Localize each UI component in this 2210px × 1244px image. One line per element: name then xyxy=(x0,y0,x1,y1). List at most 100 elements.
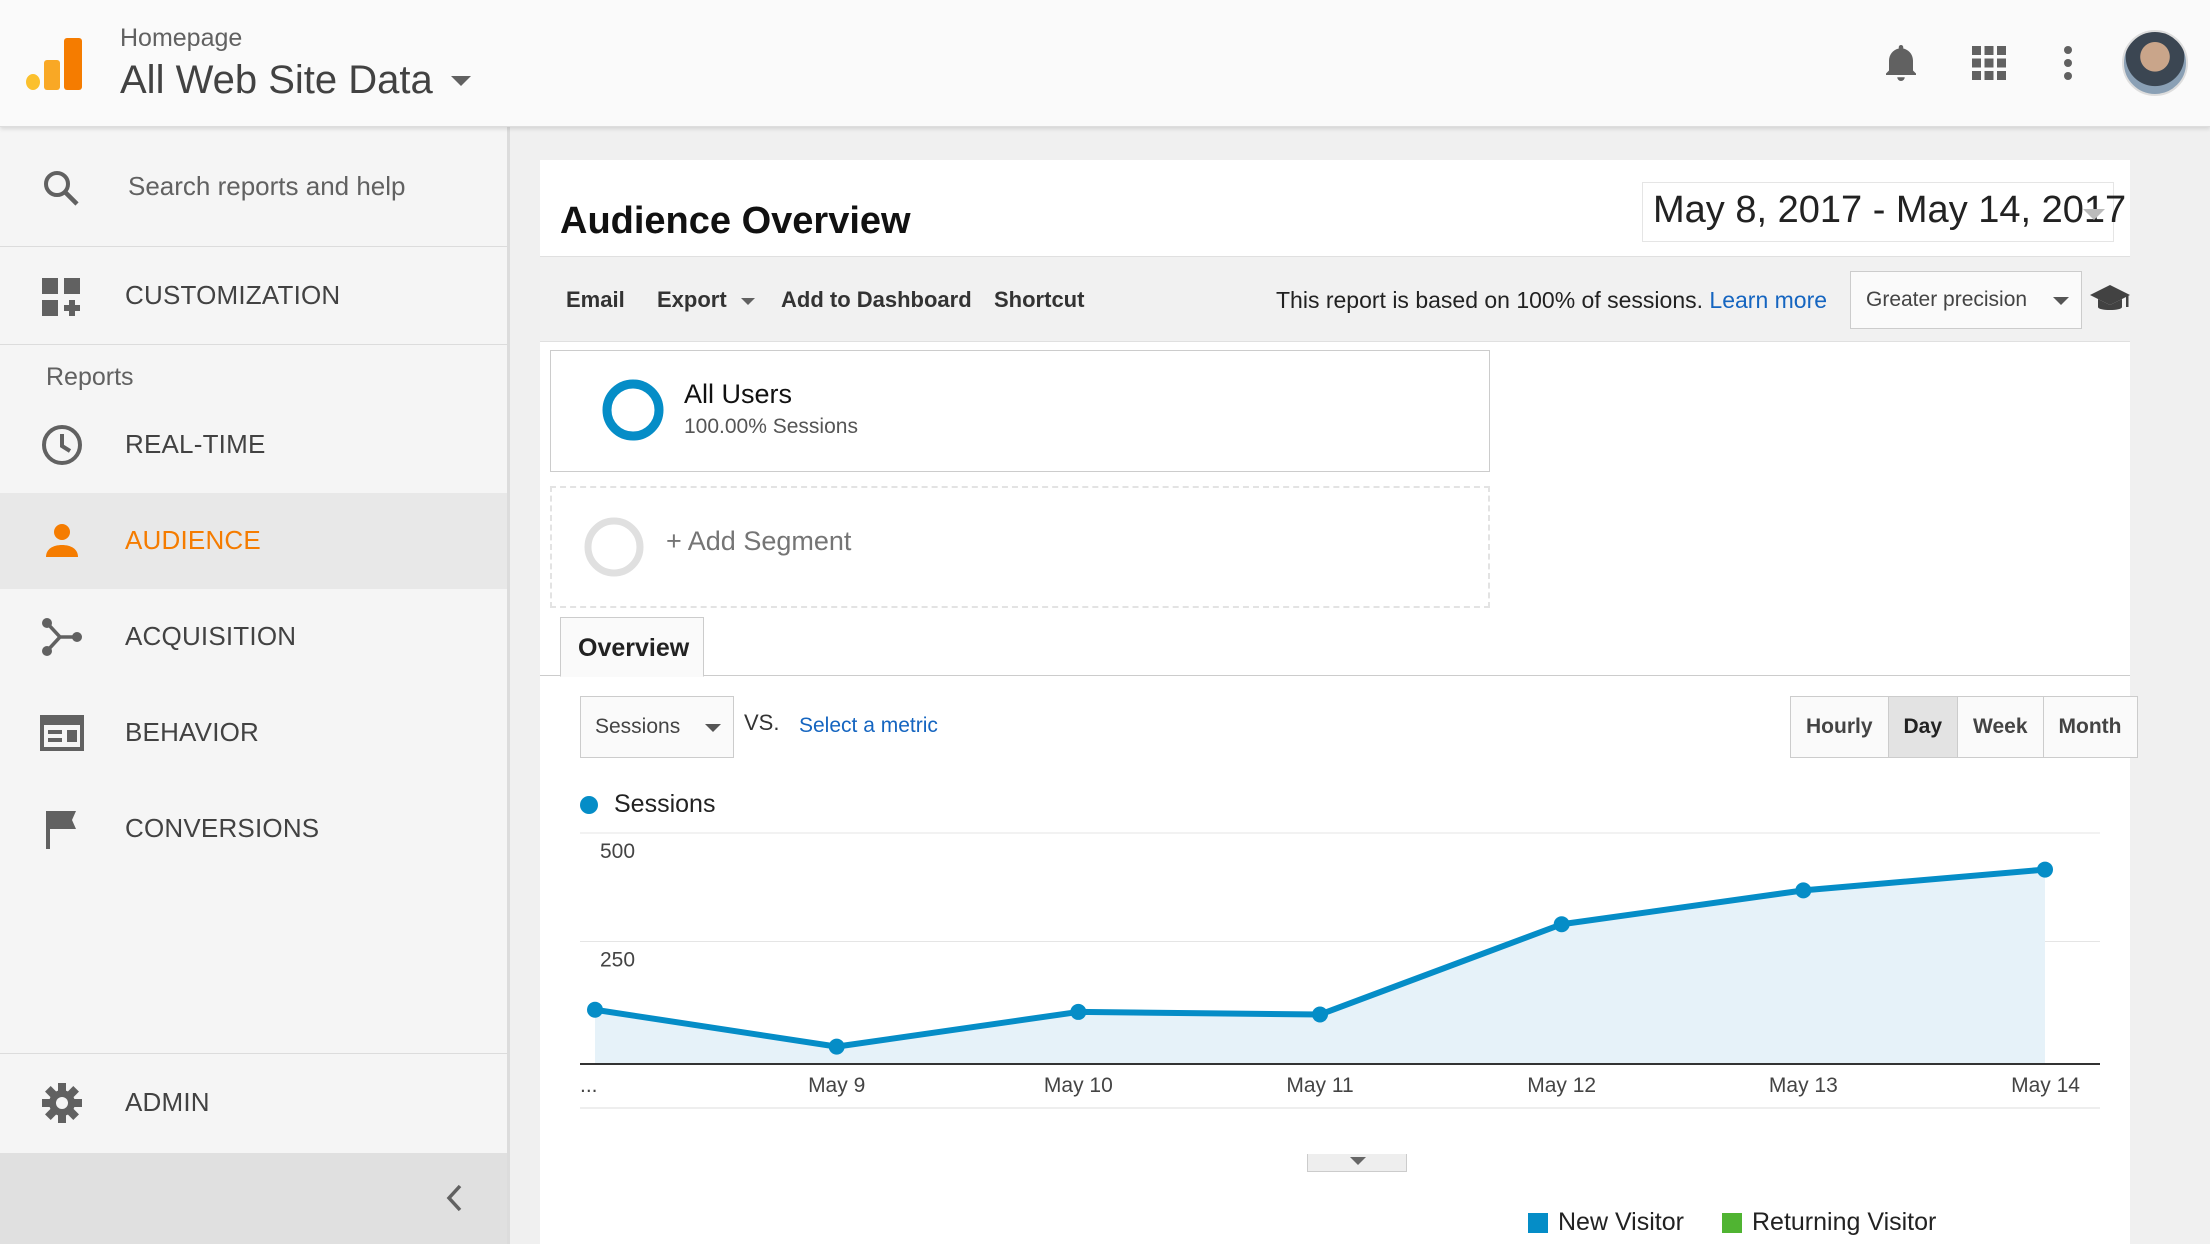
collapse-sidebar-button[interactable] xyxy=(0,1153,507,1244)
reports-heading: Reports xyxy=(46,363,134,391)
data-point xyxy=(2037,861,2053,878)
chevron-left-icon xyxy=(446,1184,462,1212)
data-point xyxy=(1070,1003,1087,1020)
data-point xyxy=(1312,1006,1328,1023)
metric-value: Sessions xyxy=(595,715,681,738)
sidebar-item-audience[interactable]: AUDIENCE xyxy=(0,493,507,589)
x-tick-label: May 10 xyxy=(1044,1074,1113,1097)
tab-label: Overview xyxy=(578,634,690,662)
vs-label: VS. xyxy=(744,710,780,735)
period-month-button[interactable]: Month xyxy=(2043,697,2137,757)
date-range-picker[interactable]: May 8, 2017 - May 14, 2017 xyxy=(1642,182,2126,242)
period-toggle-group: Hourly Day Week Month xyxy=(1790,696,2138,758)
data-point xyxy=(1553,916,1570,933)
sidebar-item-customization[interactable]: CUSTOMIZATION xyxy=(0,248,507,344)
visitor-legend-new: New Visitor xyxy=(1528,1208,1684,1237)
segment-card-all-users[interactable]: All Users 100.00% Sessions xyxy=(550,350,1490,472)
legend-swatch xyxy=(1722,1212,1742,1233)
add-segment-label: + Add Segment xyxy=(666,526,852,556)
sampling-note: This report is based on 100% of sessions… xyxy=(1276,287,1827,314)
sessions-area xyxy=(595,869,2045,1064)
report-panel: Audience Overview May 8, 2017 - May 14, … xyxy=(540,160,2138,1244)
search-reports[interactable]: Search reports and help xyxy=(0,127,507,247)
property-selector[interactable]: All Web Site Data xyxy=(120,58,471,103)
sampling-text: This report is based on 100% of sessions… xyxy=(1276,287,1704,313)
y-tick-label: 500 xyxy=(600,840,635,863)
metric-select[interactable]: Sessions xyxy=(580,696,734,758)
person-icon xyxy=(46,524,78,557)
add-segment-button[interactable]: + Add Segment xyxy=(550,486,1490,608)
period-hourly-button[interactable]: Hourly xyxy=(1791,697,1889,757)
divider xyxy=(0,1053,507,1054)
sidebar-item-label: CONVERSIONS xyxy=(125,813,320,843)
x-tick-label: May 9 xyxy=(808,1074,865,1097)
top-bar: Homepage All Web Site Data xyxy=(0,0,2210,127)
shortcut-button[interactable]: Shortcut xyxy=(994,287,1084,313)
sidebar-item-admin[interactable]: ADMIN xyxy=(0,1055,507,1151)
chevron-down-icon xyxy=(705,724,721,732)
y-tick-label: 250 xyxy=(600,949,635,972)
add-to-dashboard-button[interactable]: Add to Dashboard xyxy=(781,287,972,313)
sidebar-item-label: ADMIN xyxy=(125,1087,210,1117)
chevron-down-icon xyxy=(1350,1157,1366,1165)
sidebar-item-behavior[interactable]: BEHAVIOR xyxy=(0,685,507,781)
more-vert-icon[interactable] xyxy=(2045,40,2091,86)
sidebar-item-label: ACQUISITION xyxy=(125,621,297,651)
chart-legend: Sessions xyxy=(580,790,715,819)
export-label: Export xyxy=(657,287,727,312)
flag-icon xyxy=(46,811,76,849)
segment-share: 100.00% Sessions xyxy=(684,415,858,438)
sidebar-item-real-time[interactable]: REAL-TIME xyxy=(0,397,507,493)
customization-icon xyxy=(42,278,80,316)
segment-name: All Users xyxy=(684,379,793,409)
legend-label: Returning Visitor xyxy=(1752,1208,1937,1236)
data-point xyxy=(1795,882,1812,899)
sidebar-item-acquisition[interactable]: ACQUISITION xyxy=(0,589,507,685)
data-point xyxy=(828,1038,845,1055)
sidebar-item-label: REAL-TIME xyxy=(125,429,266,459)
graduation-cap-icon[interactable] xyxy=(2089,283,2131,315)
property-name: All Web Site Data xyxy=(120,58,433,102)
user-avatar[interactable] xyxy=(2122,30,2188,96)
x-tick-label: May 12 xyxy=(1527,1074,1596,1097)
behavior-icon xyxy=(40,715,84,751)
period-week-button[interactable]: Week xyxy=(1958,697,2044,757)
tab-divider xyxy=(540,675,2130,676)
sidebar-item-label: BEHAVIOR xyxy=(125,717,260,747)
chevron-down-icon xyxy=(740,297,755,305)
sidebar: Search reports and help CUSTOMIZATION Re… xyxy=(0,127,510,1244)
email-button[interactable]: Email xyxy=(566,287,625,313)
sidebar-item-label: CUSTOMIZATION xyxy=(125,280,341,310)
learn-more-link[interactable]: Learn more xyxy=(1709,287,1827,313)
chevron-down-icon xyxy=(2053,297,2069,305)
search-placeholder: Search reports and help xyxy=(128,171,406,201)
apps-grid-icon[interactable] xyxy=(1966,40,2012,86)
export-button[interactable]: Export xyxy=(657,287,755,313)
select-metric-link[interactable]: Select a metric xyxy=(799,714,938,738)
segment-donut-icon xyxy=(602,379,664,441)
search-icon xyxy=(44,171,79,206)
gear-icon xyxy=(42,1083,82,1123)
period-day-button[interactable]: Day xyxy=(1888,697,1959,757)
precision-select[interactable]: Greater precision xyxy=(1850,271,2082,329)
date-range-value: May 8, 2017 - May 14, 2017 xyxy=(1653,189,2127,231)
x-tick-label: May 14 xyxy=(2011,1074,2080,1097)
visitor-legend-returning: Returning Visitor xyxy=(1722,1208,1936,1237)
page-title: Audience Overview xyxy=(560,200,911,242)
report-toolbar: Email Export Add to Dashboard Shortcut T… xyxy=(540,256,2130,342)
chevron-down-icon xyxy=(450,75,471,86)
bell-icon[interactable] xyxy=(1878,40,1924,86)
acquisition-icon xyxy=(42,618,82,656)
analytics-logo-icon[interactable] xyxy=(26,38,82,90)
sidebar-item-conversions[interactable]: CONVERSIONS xyxy=(0,781,507,877)
chart-expand-toggle[interactable] xyxy=(1307,1154,1407,1172)
empty-segment-icon xyxy=(584,517,644,577)
clock-icon xyxy=(42,425,82,465)
sessions-chart: 500 250... May 9 May 10 May 11 May 12 May 13 Ma… xyxy=(580,832,2100,1109)
legend-swatch xyxy=(580,795,598,814)
breadcrumb[interactable]: Homepage xyxy=(120,24,242,53)
chevron-down-icon xyxy=(2083,209,2105,220)
legend-swatch xyxy=(1528,1212,1548,1233)
divider xyxy=(0,344,507,345)
tab-overview[interactable]: Overview xyxy=(560,617,704,677)
